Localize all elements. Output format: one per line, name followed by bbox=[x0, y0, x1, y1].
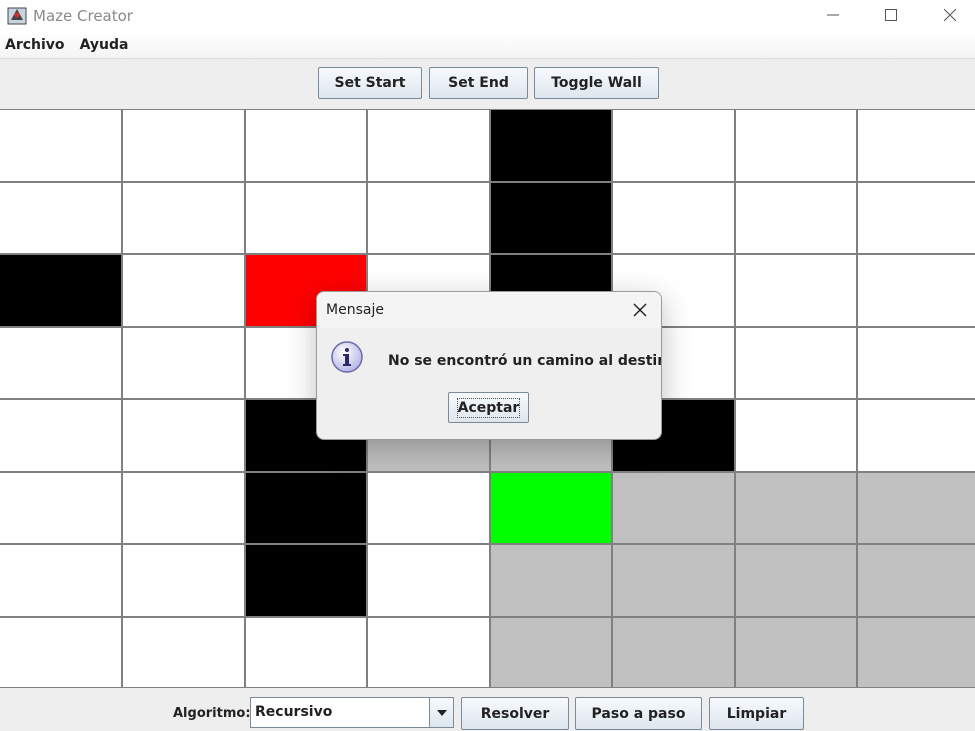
maze-cell-empty[interactable] bbox=[246, 183, 366, 253]
maximize-button[interactable] bbox=[862, 0, 920, 30]
maze-cell-wall[interactable] bbox=[0, 255, 121, 326]
maze-cell-empty[interactable] bbox=[736, 255, 856, 326]
maze-cell-empty[interactable] bbox=[858, 400, 975, 471]
maze-cell-empty[interactable] bbox=[123, 400, 244, 471]
aceptar-button[interactable]: Aceptar bbox=[448, 392, 529, 423]
maze-cell-empty[interactable] bbox=[0, 110, 121, 181]
maze-cell-empty[interactable] bbox=[0, 183, 121, 253]
algorithm-label: Algoritmo: bbox=[173, 706, 251, 721]
maze-cell-empty[interactable] bbox=[0, 400, 121, 471]
minimize-button[interactable] bbox=[804, 0, 862, 30]
maze-cell-empty[interactable] bbox=[858, 183, 975, 253]
maze-cell-empty[interactable] bbox=[368, 473, 489, 543]
maze-cell-visited[interactable] bbox=[736, 545, 856, 616]
maze-cell-visited[interactable] bbox=[736, 473, 856, 543]
maze-cell-empty[interactable] bbox=[736, 328, 856, 398]
maze-cell-visited[interactable] bbox=[613, 618, 734, 687]
maze-cell-empty[interactable] bbox=[368, 110, 489, 181]
menu-bar: Archivo Ayuda bbox=[0, 32, 975, 59]
bottom-bar: Algoritmo: Recursivo Resolver Paso a pas… bbox=[0, 688, 975, 731]
maze-cell-empty[interactable] bbox=[246, 110, 366, 181]
maze-cell-empty[interactable] bbox=[0, 618, 121, 687]
maze-cell-empty[interactable] bbox=[123, 545, 244, 616]
toolbar: Set Start Set End Toggle Wall bbox=[0, 60, 975, 109]
dialog-title: Mensaje bbox=[326, 302, 384, 318]
algorithm-select[interactable]: Recursivo bbox=[250, 697, 454, 728]
maze-cell-empty[interactable] bbox=[368, 183, 489, 253]
resolver-button[interactable]: Resolver bbox=[461, 697, 569, 730]
algorithm-selected-value: Recursivo bbox=[255, 704, 333, 720]
dialog-title-bar: Mensaje bbox=[317, 292, 661, 328]
maze-cell-wall[interactable] bbox=[246, 473, 366, 543]
maze-cell-empty[interactable] bbox=[736, 183, 856, 253]
maze-cell-wall[interactable] bbox=[491, 183, 611, 253]
maze-cell-empty[interactable] bbox=[858, 110, 975, 181]
window-title: Maze Creator bbox=[33, 7, 133, 25]
maze-app-icon bbox=[7, 6, 27, 26]
maze-cell-empty[interactable] bbox=[123, 473, 244, 543]
maze-cell-empty[interactable] bbox=[858, 328, 975, 398]
maze-cell-empty[interactable] bbox=[0, 328, 121, 398]
maze-cell-empty[interactable] bbox=[736, 400, 856, 471]
maze-cell-visited[interactable] bbox=[858, 545, 975, 616]
set-start-button[interactable]: Set Start bbox=[318, 67, 422, 99]
maze-cell-empty[interactable] bbox=[0, 473, 121, 543]
maze-cell-visited[interactable] bbox=[858, 618, 975, 687]
menu-archivo[interactable]: Archivo bbox=[5, 37, 65, 53]
maze-cell-wall[interactable] bbox=[491, 110, 611, 181]
dialog-message: No se encontró un camino al destino. bbox=[388, 353, 662, 369]
maze-cell-empty[interactable] bbox=[613, 110, 734, 181]
maze-cell-empty[interactable] bbox=[246, 618, 366, 687]
close-button[interactable] bbox=[921, 0, 975, 30]
toggle-wall-button[interactable]: Toggle Wall bbox=[534, 67, 659, 99]
maze-cell-empty[interactable] bbox=[368, 618, 489, 687]
maze-cell-wall[interactable] bbox=[246, 545, 366, 616]
maze-cell-empty[interactable] bbox=[368, 545, 489, 616]
maze-cell-visited[interactable] bbox=[613, 473, 734, 543]
maze-cell-empty[interactable] bbox=[123, 255, 244, 326]
maze-cell-empty[interactable] bbox=[736, 110, 856, 181]
maze-cell-empty[interactable] bbox=[0, 545, 121, 616]
maze-cell-empty[interactable] bbox=[123, 183, 244, 253]
maze-cell-empty[interactable] bbox=[858, 255, 975, 326]
menu-ayuda[interactable]: Ayuda bbox=[80, 37, 129, 53]
maze-cell-visited[interactable] bbox=[858, 473, 975, 543]
limpiar-button[interactable]: Limpiar bbox=[709, 697, 804, 730]
maze-cell-visited[interactable] bbox=[491, 618, 611, 687]
maze-cell-end[interactable] bbox=[491, 473, 611, 543]
info-icon bbox=[330, 340, 364, 374]
maze-cell-visited[interactable] bbox=[491, 545, 611, 616]
set-end-button[interactable]: Set End bbox=[429, 67, 528, 99]
close-icon[interactable] bbox=[630, 300, 650, 320]
message-dialog: Mensaje No se encontró un camino al dest… bbox=[316, 291, 662, 440]
aceptar-label: Aceptar bbox=[456, 397, 521, 418]
title-bar: Maze Creator bbox=[0, 0, 975, 32]
chevron-down-icon[interactable] bbox=[429, 698, 453, 727]
maze-cell-empty[interactable] bbox=[123, 328, 244, 398]
maze-cell-visited[interactable] bbox=[736, 618, 856, 687]
maze-cell-empty[interactable] bbox=[123, 618, 244, 687]
maze-cell-empty[interactable] bbox=[123, 110, 244, 181]
maze-cell-visited[interactable] bbox=[613, 545, 734, 616]
maze-cell-empty[interactable] bbox=[613, 183, 734, 253]
paso-a-paso-button[interactable]: Paso a paso bbox=[575, 697, 702, 730]
